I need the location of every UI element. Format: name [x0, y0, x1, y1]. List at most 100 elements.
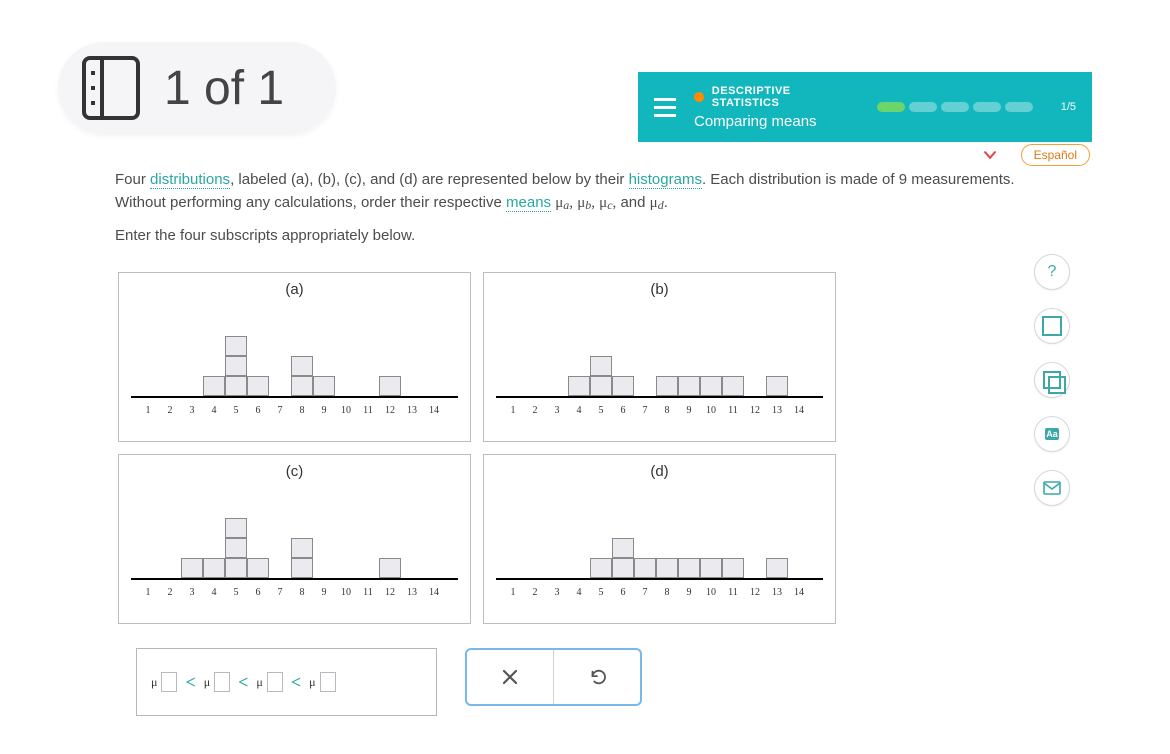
progress-segment [877, 102, 905, 112]
progress-segment [1005, 102, 1033, 112]
lt-symbol: < [177, 672, 203, 693]
chart-label: (a) [119, 273, 470, 298]
x-tick: 13 [766, 405, 788, 416]
document-icon [82, 56, 140, 120]
x-tick: 3 [181, 587, 203, 598]
measurement-count: 9 [899, 171, 907, 188]
x-tick: 12 [379, 587, 401, 598]
question-text: Four distributions, labeled (a), (b), (c… [115, 168, 1025, 255]
x-tick: 7 [269, 587, 291, 598]
mail-icon [1043, 481, 1061, 495]
close-icon [501, 668, 519, 686]
x-tick: 14 [788, 405, 810, 416]
x-tick: 4 [568, 405, 590, 416]
qtext-frag: and [620, 194, 649, 211]
x-tick: 9 [678, 587, 700, 598]
term-histograms[interactable]: histograms [629, 171, 702, 189]
font-icon: Aa [1045, 428, 1059, 440]
page-indicator: 1 of 1 [164, 61, 284, 116]
x-tick: 12 [744, 587, 766, 598]
x-tick: 12 [744, 405, 766, 416]
lesson-title: Comparing means [694, 113, 859, 130]
answer-slot[interactable]: μ [256, 672, 282, 692]
x-tick: 11 [357, 587, 379, 598]
x-tick: 8 [291, 587, 313, 598]
x-tick: 11 [722, 405, 744, 416]
undo-icon [588, 668, 606, 686]
x-tick: 10 [700, 587, 722, 598]
mu-b: μb, [577, 195, 595, 211]
x-tick: 9 [313, 405, 335, 416]
histogram: (d)1234567891011121314 [483, 454, 836, 624]
answer-slot[interactable]: μ [204, 672, 230, 692]
answer-tools [465, 648, 642, 706]
chart-label: (d) [484, 455, 835, 480]
x-tick: 13 [401, 405, 423, 416]
message-button[interactable] [1034, 470, 1070, 506]
x-tick: 1 [137, 587, 159, 598]
x-tick: 10 [335, 587, 357, 598]
resource-button[interactable] [1034, 362, 1070, 398]
resource-icon [1043, 371, 1061, 389]
x-tick: 6 [247, 587, 269, 598]
category-row: DESCRIPTIVE STATISTICS [694, 85, 859, 109]
lesson-header: DESCRIPTIVE STATISTICS Comparing means 1… [638, 72, 1092, 142]
progress-segment [941, 102, 969, 112]
chart-label: (c) [119, 455, 470, 480]
x-tick: 3 [181, 405, 203, 416]
mu-c: μc, [599, 195, 616, 211]
term-means[interactable]: means [506, 194, 551, 212]
x-tick: 3 [546, 405, 568, 416]
x-tick: 10 [700, 405, 722, 416]
expand-button[interactable] [973, 146, 1007, 164]
progress-segment [973, 102, 1001, 112]
chevron-down-icon [983, 148, 997, 162]
x-tick: 6 [612, 405, 634, 416]
undo-button[interactable] [553, 650, 640, 704]
x-tick: 2 [159, 405, 181, 416]
answer-box[interactable]: μ < μ < μ < μ [136, 648, 437, 716]
clear-button[interactable] [467, 650, 553, 704]
x-tick: 2 [159, 587, 181, 598]
charts-grid: (a)1234567891011121314(b)123456789101112… [118, 272, 836, 624]
pdf-page-overlay: 1 of 1 [58, 42, 336, 134]
calculator-icon [1042, 316, 1062, 336]
x-tick: 14 [423, 405, 445, 416]
progress-text: 1/5 [1061, 101, 1076, 113]
x-tick: 4 [568, 587, 590, 598]
histogram: (b)1234567891011121314 [483, 272, 836, 442]
x-tick: 9 [313, 587, 335, 598]
x-tick: 14 [788, 587, 810, 598]
language-button[interactable]: Español [1021, 144, 1090, 166]
x-tick: 9 [678, 405, 700, 416]
answer-slot[interactable]: μ [151, 672, 177, 692]
x-tick: 12 [379, 405, 401, 416]
term-distributions[interactable]: distributions [150, 171, 230, 189]
histogram: (c)1234567891011121314 [118, 454, 471, 624]
x-tick: 7 [634, 405, 656, 416]
x-tick: 13 [766, 587, 788, 598]
x-tick: 5 [225, 587, 247, 598]
x-tick: 2 [524, 405, 546, 416]
calculator-button[interactable] [1034, 308, 1070, 344]
font-button[interactable]: Aa [1034, 416, 1070, 452]
x-tick: 3 [546, 587, 568, 598]
x-tick: 5 [590, 587, 612, 598]
x-tick: 1 [502, 405, 524, 416]
answer-slot[interactable]: μ [309, 672, 335, 692]
x-tick: 5 [225, 405, 247, 416]
x-tick: 11 [357, 405, 379, 416]
x-tick: 13 [401, 587, 423, 598]
x-tick: 2 [524, 587, 546, 598]
progress-segment [909, 102, 937, 112]
category-label: DESCRIPTIVE STATISTICS [712, 85, 859, 109]
x-tick: 1 [137, 405, 159, 416]
menu-icon[interactable] [654, 98, 676, 117]
x-tick: 8 [656, 405, 678, 416]
help-button[interactable]: ? [1034, 254, 1070, 290]
x-tick: 8 [291, 405, 313, 416]
qtext-frag: . Each distribution is made of [702, 171, 899, 188]
x-tick: 5 [590, 405, 612, 416]
x-tick: 1 [502, 587, 524, 598]
qtext-frag: Four [115, 171, 150, 188]
